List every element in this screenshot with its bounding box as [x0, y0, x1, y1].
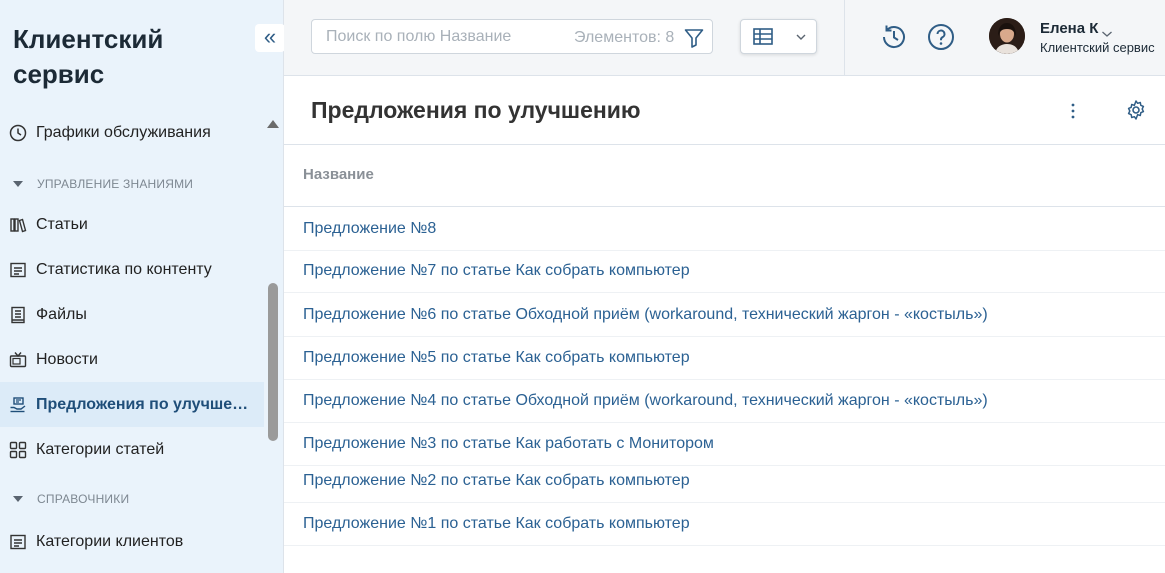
sidebar-item-label: Статистика по контенту: [36, 260, 212, 278]
sidebar-item-improvement-proposals[interactable]: Предложения по улучшен...: [0, 382, 264, 427]
table-row: Предложение №5 по статье Как собрать ком…: [284, 337, 1165, 380]
proposal-link[interactable]: Предложение №5 по статье Как собрать ком…: [303, 349, 690, 367]
section-directories[interactable]: СПРАВОЧНИКИ: [0, 484, 264, 514]
column-header-name[interactable]: Название: [303, 166, 374, 183]
sidebar-item-label: Категории статей: [36, 440, 165, 458]
list-icon: [9, 533, 27, 551]
sidebar-scrollbar[interactable]: [265, 112, 281, 572]
view-switch-dropdown[interactable]: [740, 19, 817, 54]
section-label: СПРАВОЧНИКИ: [37, 492, 130, 506]
proposal-link[interactable]: Предложение №1 по статье Как собрать ком…: [303, 515, 690, 533]
header-divider: [844, 0, 845, 76]
collapse-sidebar-button[interactable]: «: [255, 24, 285, 52]
history-icon[interactable]: [879, 22, 909, 52]
proposal-link[interactable]: Предложение №2 по статье Как собрать ком…: [303, 472, 690, 490]
app-title: Клиентский сервис: [13, 24, 164, 89]
table-view-icon: [753, 28, 773, 50]
clock-icon: [9, 124, 27, 142]
more-vertical-icon[interactable]: [1066, 101, 1080, 121]
table-row: Предложение №7 по статье Как собрать ком…: [284, 250, 1165, 293]
table-row: Предложение №2 по статье Как собрать ком…: [284, 460, 1165, 503]
sidebar-item-label: Графики обслуживания: [36, 123, 211, 141]
proposal-link[interactable]: Предложение №8: [303, 220, 436, 238]
sidebar-item-client-categories[interactable]: Категории клиентов: [0, 519, 264, 564]
sidebar-item-label: Файлы: [36, 305, 87, 323]
sidebar-item-service-schedules[interactable]: Графики обслуживания: [0, 110, 264, 155]
sidebar-item-files[interactable]: Файлы: [0, 292, 264, 337]
sidebar-item-label: Статьи: [36, 215, 88, 233]
sidebar-item-articles[interactable]: Статьи: [0, 202, 264, 247]
sidebar-item-label: Предложения по улучшен...: [36, 395, 254, 413]
chevron-down-icon: [795, 30, 807, 48]
search-input[interactable]: [312, 20, 562, 53]
user-name[interactable]: Елена К: [1040, 20, 1098, 37]
search-count: Элементов: 8: [574, 29, 675, 46]
proposal-link[interactable]: Предложение №4 по статье Обходной приём …: [303, 392, 988, 410]
top-header: Элементов: 8 Елена К Клиентский сервис: [284, 0, 1165, 76]
search-box: Элементов: 8: [311, 19, 713, 54]
section-knowledge-management[interactable]: УПРАВЛЕНИЕ ЗНАНИЯМИ: [0, 169, 264, 199]
user-role: Клиентский сервис: [1040, 40, 1155, 55]
list-icon: [9, 261, 27, 279]
section-label: УПРАВЛЕНИЕ ЗНАНИЯМИ: [37, 177, 194, 191]
document-icon: [9, 306, 27, 324]
divider: [284, 206, 1165, 207]
sidebar: Клиентский сервис « Графики обслуживания…: [0, 0, 285, 573]
scroll-up-arrow-icon[interactable]: [267, 120, 279, 128]
table-row: Предложение №6 по статье Обходной приём …: [284, 294, 1165, 337]
caret-down-icon: [13, 181, 23, 187]
proposal-link[interactable]: Предложение №7 по статье Как собрать ком…: [303, 262, 690, 280]
sidebar-item-news[interactable]: Новости: [0, 337, 264, 382]
proposal-link[interactable]: Предложение №6 по статье Обходной приём …: [303, 306, 988, 324]
sidebar-item-article-categories[interactable]: Категории статей: [0, 427, 264, 472]
table-row: Предложение №4 по статье Обходной приём …: [284, 380, 1165, 423]
sidebar-item-content-stats[interactable]: Статистика по контенту: [0, 247, 264, 292]
avatar[interactable]: [989, 18, 1025, 54]
sidebar-item-label: Категории клиентов: [36, 532, 184, 550]
tv-icon: [9, 351, 27, 369]
table-row: Предложение №1 по статье Как собрать ком…: [284, 503, 1165, 546]
gear-icon[interactable]: [1125, 99, 1147, 121]
scroll-thumb[interactable]: [268, 283, 278, 441]
main-content: Предложения по улучшению Название Предло…: [284, 77, 1165, 573]
divider: [284, 144, 1165, 145]
help-icon[interactable]: [926, 22, 956, 52]
sidebar-item-label: Новости: [36, 350, 98, 368]
books-icon: [9, 216, 27, 234]
hand-icon: [9, 396, 27, 414]
proposal-link[interactable]: Предложение №3 по статье Как работать с …: [303, 435, 714, 453]
caret-down-icon: [13, 496, 23, 502]
page-title: Предложения по улучшению: [311, 97, 641, 123]
filter-icon[interactable]: [683, 27, 705, 49]
table-row: Предложение №8: [284, 208, 1165, 251]
grid-icon: [9, 441, 27, 459]
